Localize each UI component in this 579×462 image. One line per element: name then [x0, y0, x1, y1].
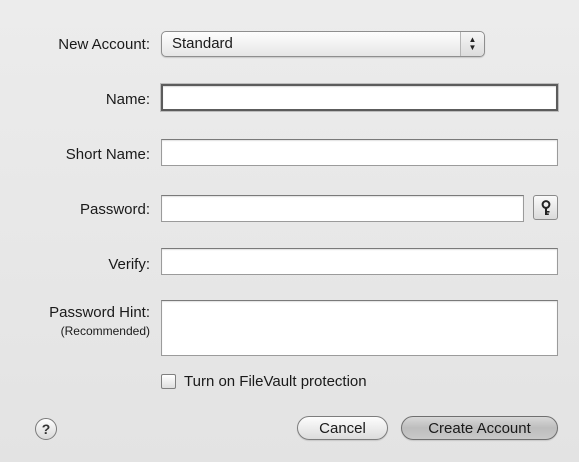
password-hint-label-text: Password Hint: — [49, 304, 150, 321]
help-button[interactable]: ? — [35, 418, 57, 440]
name-field[interactable] — [161, 84, 558, 111]
name-label: Name: — [105, 91, 150, 108]
new-account-label: New Account: — [58, 36, 150, 53]
password-assistant-button[interactable] — [533, 195, 558, 220]
password-hint-field[interactable] — [161, 300, 558, 356]
account-type-popup[interactable]: Standard ▲ ▼ — [161, 31, 485, 57]
short-name-label: Short Name: — [65, 146, 150, 163]
password-label: Password: — [79, 201, 150, 218]
new-account-sheet: New Account: Standard ▲ ▼ Name: Short Nam… — [0, 0, 579, 462]
short-name-field[interactable] — [161, 139, 558, 166]
password-hint-recommended: (Recommended) — [60, 324, 150, 338]
cancel-button[interactable]: Cancel — [297, 416, 388, 440]
filevault-checkbox[interactable] — [161, 374, 176, 389]
password-field[interactable] — [161, 195, 524, 222]
account-type-value: Standard — [172, 35, 233, 52]
create-account-button[interactable]: Create Account — [401, 416, 558, 440]
filevault-option[interactable]: Turn on FileVault protection — [161, 373, 367, 390]
filevault-label: Turn on FileVault protection — [184, 373, 367, 390]
password-hint-label: Password Hint: (Recommended) — [0, 304, 150, 338]
up-down-arrows-icon: ▲ ▼ — [460, 32, 484, 56]
key-icon — [541, 199, 550, 215]
verify-label: Verify: — [108, 256, 150, 273]
verify-field[interactable] — [161, 248, 558, 275]
